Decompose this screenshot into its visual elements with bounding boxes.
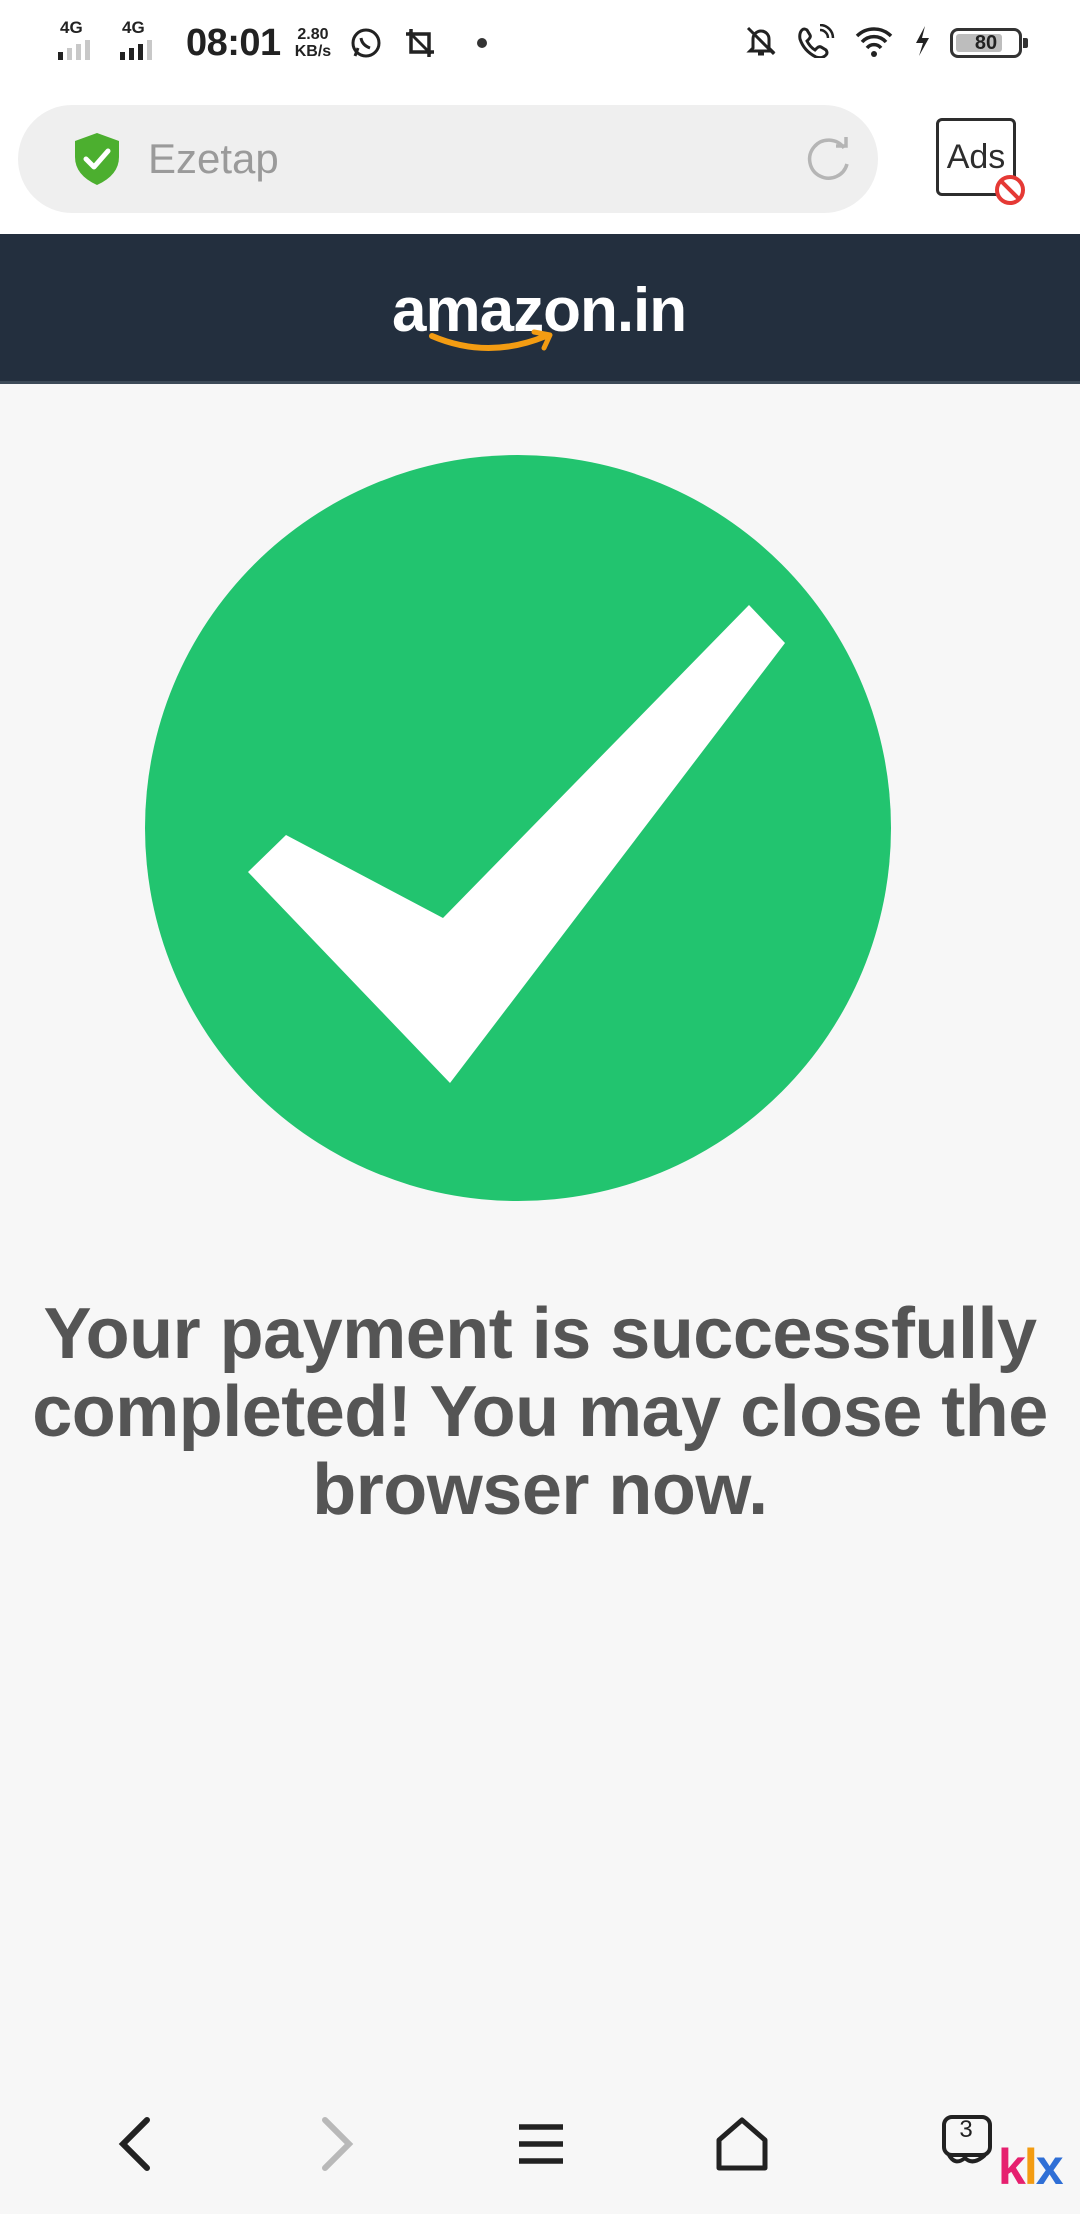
secure-shield-icon: [72, 131, 122, 187]
network-type-2: 4G: [122, 18, 145, 37]
tabs-icon: 3: [941, 2114, 993, 2175]
network-type-1: 4G: [60, 18, 83, 37]
amazon-logo[interactable]: amazon.in: [388, 276, 698, 356]
page-content: Your payment is successfully completed! …: [0, 387, 1080, 2063]
klx-watermark: klx: [998, 2139, 1064, 2195]
tabs-button[interactable]: 3: [932, 2109, 1002, 2179]
status-bar: 4G 4G 08:01 2.80 KB/s 80: [0, 0, 1080, 86]
ad-block-button[interactable]: Ads: [936, 118, 1025, 205]
notification-dot-icon: [477, 38, 488, 48]
amazon-smile-icon: [429, 329, 553, 351]
forward-arrow-icon: [322, 2117, 354, 2171]
ads-label: Ads: [946, 137, 1006, 176]
wifi-icon: [854, 24, 894, 63]
mute-bell-icon: [744, 24, 778, 63]
speed-value: 2.80: [297, 26, 329, 43]
clock: 08:01: [186, 21, 281, 64]
url-text[interactable]: Ezetap: [148, 135, 804, 183]
signal-2-icon: 4G: [120, 18, 172, 68]
network-speed: 2.80 KB/s: [295, 26, 331, 60]
screenshot-icon: [403, 26, 437, 60]
speed-unit: KB/s: [294, 43, 332, 60]
back-arrow-icon: [118, 2117, 150, 2171]
address-bar[interactable]: Ezetap: [18, 105, 878, 213]
reload-icon[interactable]: [804, 134, 854, 184]
browser-toolbar: Ezetap Ads: [0, 86, 1080, 234]
home-icon: [716, 2117, 768, 2171]
whatsapp-icon: [349, 26, 383, 60]
signal-1-icon: 4G: [58, 18, 110, 68]
forward-button[interactable]: [302, 2109, 372, 2179]
amazon-header: amazon.in: [0, 234, 1080, 384]
battery-level: 80: [974, 31, 998, 54]
block-icon: [993, 173, 1027, 207]
menu-button[interactable]: [506, 2109, 576, 2179]
home-button[interactable]: [707, 2109, 777, 2179]
success-check-icon: [145, 455, 891, 1201]
success-message: Your payment is successfully completed! …: [32, 1294, 1048, 1530]
wifi-calling-icon: [796, 23, 836, 63]
menu-icon: [519, 2124, 563, 2164]
browser-nav-bar: 3: [0, 2063, 1080, 2214]
tabs-count: 3: [959, 2115, 973, 2143]
battery-icon: 80: [950, 28, 1028, 58]
back-button[interactable]: [100, 2109, 170, 2179]
charging-icon: [912, 24, 932, 63]
